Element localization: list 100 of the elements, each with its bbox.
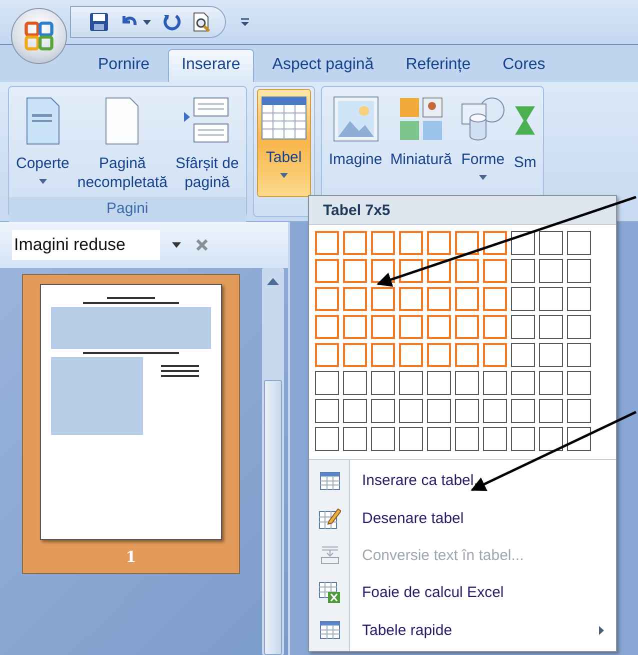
table-grid-cell[interactable] [399, 287, 423, 311]
table-grid-cell[interactable] [483, 343, 507, 367]
print-preview-icon[interactable] [191, 12, 211, 32]
table-grid-cell[interactable] [483, 315, 507, 339]
table-grid-cell[interactable] [371, 399, 395, 423]
table-grid-cell[interactable] [399, 427, 423, 451]
ribbon-button[interactable]: Coperte [12, 89, 74, 189]
ribbon-tab[interactable]: Aspect pagină [258, 49, 388, 82]
menu-item[interactable]: Desenare tabel [309, 502, 616, 534]
ribbon-button[interactable]: Miniatură [386, 89, 456, 174]
table-grid-cell[interactable] [315, 315, 339, 339]
table-grid-cell[interactable] [567, 315, 591, 339]
menu-item[interactable]: Tabele rapide [309, 614, 616, 646]
ribbon-tab[interactable]: Inserare [168, 49, 254, 82]
table-grid-cell[interactable] [343, 399, 367, 423]
ribbon-button[interactable]: Forme [456, 89, 510, 185]
table-grid-cell[interactable] [399, 399, 423, 423]
table-grid-cell[interactable] [427, 399, 451, 423]
table-grid-cell[interactable] [511, 259, 535, 283]
dropdown-caret-icon[interactable] [172, 242, 181, 248]
ribbon-tab[interactable]: Cores [488, 49, 560, 82]
table-grid-cell[interactable] [315, 231, 339, 255]
table-grid-cell[interactable] [371, 315, 395, 339]
table-grid-cell[interactable] [399, 343, 423, 367]
table-grid-cell[interactable] [483, 427, 507, 451]
ribbon-button[interactable]: Pagină necompletată [73, 89, 172, 197]
table-grid-cell[interactable] [511, 287, 535, 311]
table-grid-cell[interactable] [455, 371, 479, 395]
table-grid-cell[interactable] [539, 259, 563, 283]
redo-icon[interactable] [161, 12, 181, 32]
table-grid-cell[interactable] [343, 315, 367, 339]
table-grid-cell[interactable] [427, 315, 451, 339]
table-grid-cell[interactable] [427, 231, 451, 255]
table-grid-cell[interactable] [427, 371, 451, 395]
table-grid-cell[interactable] [567, 371, 591, 395]
table-grid-cell[interactable] [399, 371, 423, 395]
table-grid-cell[interactable] [315, 343, 339, 367]
ribbon-tab[interactable]: Referințe [392, 49, 485, 82]
table-grid-cell[interactable] [315, 287, 339, 311]
table-grid-cell[interactable] [455, 315, 479, 339]
table-grid-cell[interactable] [567, 259, 591, 283]
table-grid-cell[interactable] [455, 399, 479, 423]
table-grid-cell[interactable] [315, 427, 339, 451]
table-grid-cell[interactable] [343, 287, 367, 311]
table-grid-cell[interactable] [371, 343, 395, 367]
table-grid-cell[interactable] [511, 315, 535, 339]
table-grid-cell[interactable] [483, 287, 507, 311]
table-grid-cell[interactable] [539, 287, 563, 311]
table-grid-cell[interactable] [567, 343, 591, 367]
table-grid-cell[interactable] [511, 427, 535, 451]
ribbon-button[interactable]: Tabel [256, 89, 311, 197]
table-grid-cell[interactable] [511, 399, 535, 423]
table-grid-cell[interactable] [455, 231, 479, 255]
table-grid-cell[interactable] [343, 427, 367, 451]
table-grid-cell[interactable] [511, 371, 535, 395]
table-grid-cell[interactable] [343, 343, 367, 367]
table-grid-cell[interactable] [427, 427, 451, 451]
dropdown-caret-icon[interactable] [143, 20, 151, 24]
table-grid-cell[interactable] [399, 315, 423, 339]
ribbon-button[interactable]: Sfârșit de pagină [171, 89, 243, 197]
table-grid-cell[interactable] [539, 399, 563, 423]
table-grid-cell[interactable] [371, 231, 395, 255]
table-grid-cell[interactable] [371, 427, 395, 451]
table-grid-cell[interactable] [539, 371, 563, 395]
table-grid-cell[interactable] [315, 399, 339, 423]
ribbon-button[interactable]: Imagine [324, 89, 386, 174]
table-grid-cell[interactable] [455, 427, 479, 451]
table-grid-cell[interactable] [483, 371, 507, 395]
table-grid-cell[interactable] [315, 371, 339, 395]
table-grid-cell[interactable] [567, 399, 591, 423]
table-grid-cell[interactable] [567, 287, 591, 311]
scroll-up-icon[interactable] [267, 278, 279, 285]
table-grid-cell[interactable] [315, 259, 339, 283]
table-grid-cell[interactable] [399, 231, 423, 255]
table-grid-cell[interactable] [427, 343, 451, 367]
ribbon-button[interactable]: Sm [510, 89, 540, 177]
scrollbar[interactable] [262, 268, 284, 655]
table-grid-cell[interactable] [371, 371, 395, 395]
save-icon[interactable] [89, 12, 109, 32]
table-grid-cell[interactable] [343, 371, 367, 395]
ribbon-tab[interactable]: Pornire [84, 49, 164, 82]
table-grid-cell[interactable] [539, 231, 563, 255]
close-icon[interactable] [195, 238, 209, 252]
table-grid-cell[interactable] [455, 287, 479, 311]
table-grid-cell[interactable] [455, 343, 479, 367]
table-grid-cell[interactable] [371, 287, 395, 311]
table-grid-cell[interactable] [455, 259, 479, 283]
table-grid-cell[interactable] [343, 231, 367, 255]
view-dropdown[interactable]: Imagini reduse [12, 230, 160, 260]
table-grid-cell[interactable] [483, 399, 507, 423]
table-grid-cell[interactable] [539, 343, 563, 367]
table-grid-cell[interactable] [427, 287, 451, 311]
table-grid-cell[interactable] [539, 315, 563, 339]
table-grid-cell[interactable] [539, 427, 563, 451]
table-grid-cell[interactable] [343, 259, 367, 283]
menu-item[interactable]: Foaie de calcul Excel [309, 576, 616, 609]
table-grid-cell[interactable] [567, 231, 591, 255]
table-grid-cell[interactable] [511, 343, 535, 367]
customize-toolbar-icon[interactable] [240, 17, 250, 27]
table-grid-cell[interactable] [483, 259, 507, 283]
